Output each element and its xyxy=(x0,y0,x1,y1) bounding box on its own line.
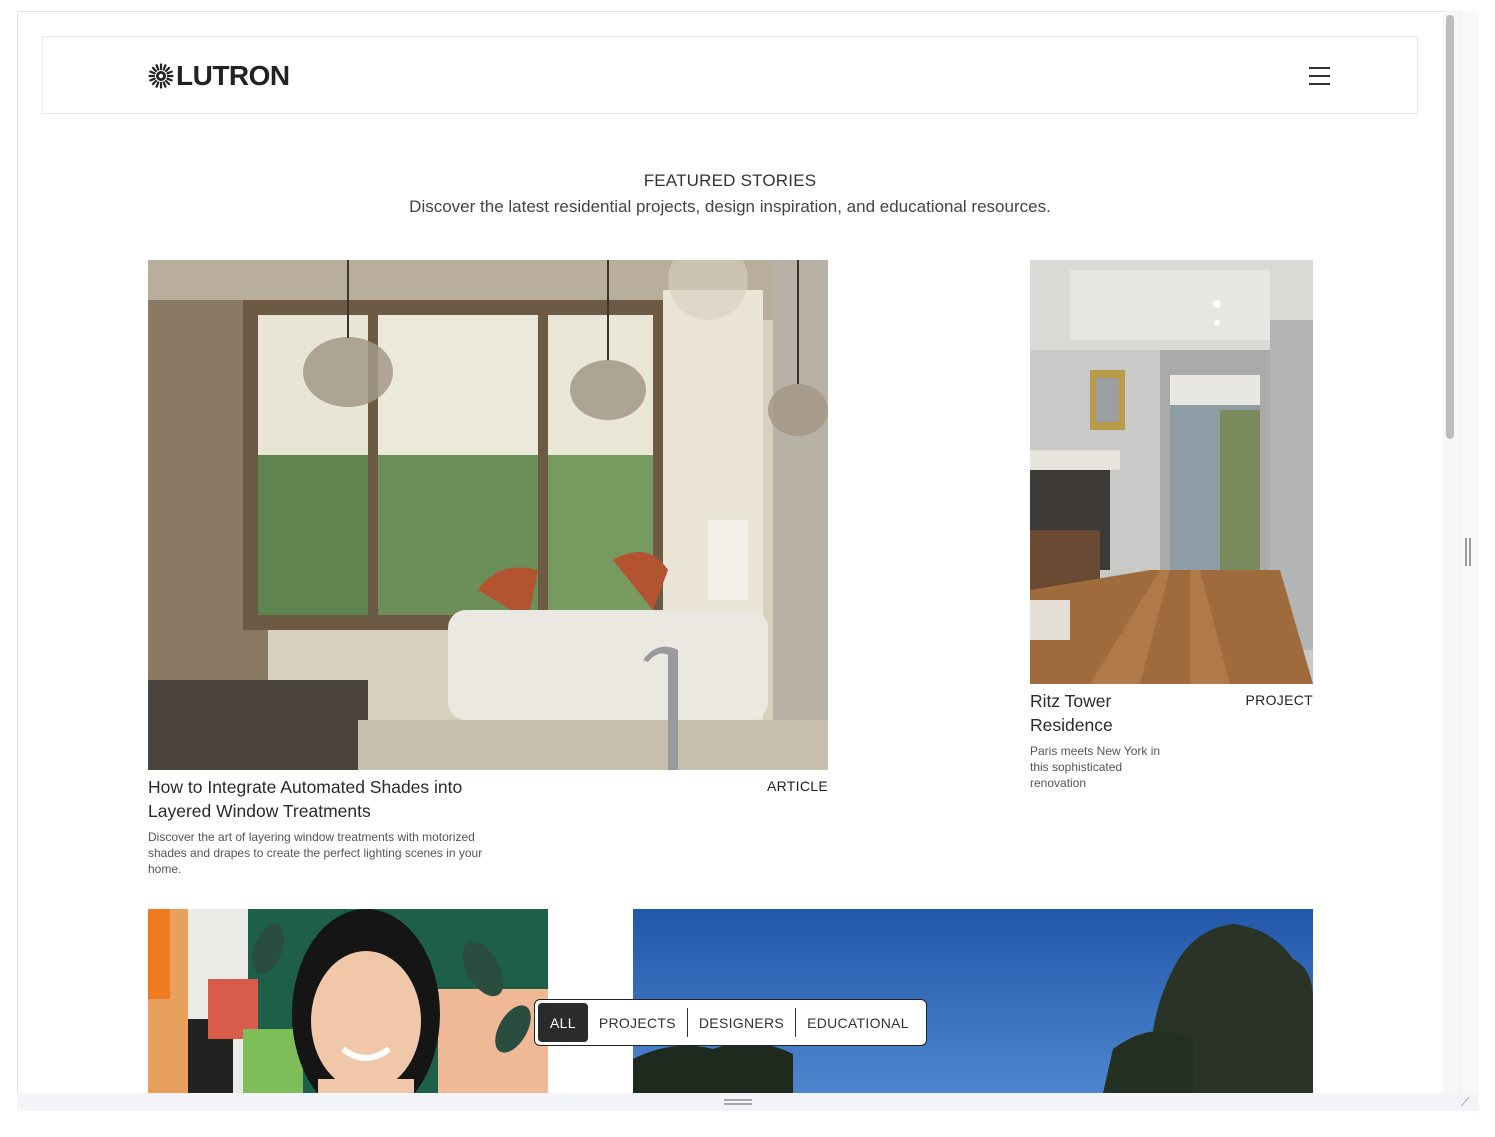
story-filter-bar: ALL PROJECTS DESIGNERS EDUCATIONAL xyxy=(534,999,927,1046)
story-description: Discover the art of layering window trea… xyxy=(148,830,483,876)
story-title[interactable]: How to Integrate Automated Shades into L… xyxy=(148,775,488,823)
vertical-scrollbar[interactable] xyxy=(1443,11,1460,1093)
logo-text: LUTRON xyxy=(176,60,290,91)
story-description: Paris meets New York in this sophisticat… xyxy=(1030,744,1161,790)
hamburger-icon[interactable] xyxy=(1309,66,1330,86)
filter-educational[interactable]: EDUCATIONAL xyxy=(795,1008,920,1037)
story-type-badge: PROJECT xyxy=(1245,692,1313,708)
filter-all[interactable]: ALL xyxy=(538,1003,588,1042)
side-resize-handle[interactable] xyxy=(1465,538,1471,566)
story-title[interactable]: Ritz Tower Residence xyxy=(1030,689,1170,737)
resize-corner-icon[interactable]: ⟋ xyxy=(1461,1096,1475,1108)
designer-portrait-image[interactable] xyxy=(148,909,548,1093)
scrollbar-thumb[interactable] xyxy=(1446,15,1454,439)
kitchen-living-room-image[interactable] xyxy=(148,260,828,770)
ritz-tower-interior-image[interactable] xyxy=(1030,260,1313,684)
site-header: LUTRON xyxy=(42,36,1418,114)
section-subtitle: Discover the latest residential projects… xyxy=(409,197,1051,216)
bottom-resize-handle[interactable] xyxy=(724,1099,752,1105)
lutron-logo[interactable]: LUTRON xyxy=(148,61,290,91)
lutron-sunburst-icon xyxy=(148,63,174,89)
filter-projects[interactable]: PROJECTS xyxy=(588,1003,687,1042)
filter-designers[interactable]: DESIGNERS xyxy=(686,1008,795,1037)
story-type-badge: ARTICLE xyxy=(767,778,828,794)
section-title: FEATURED STORIES xyxy=(643,171,817,190)
